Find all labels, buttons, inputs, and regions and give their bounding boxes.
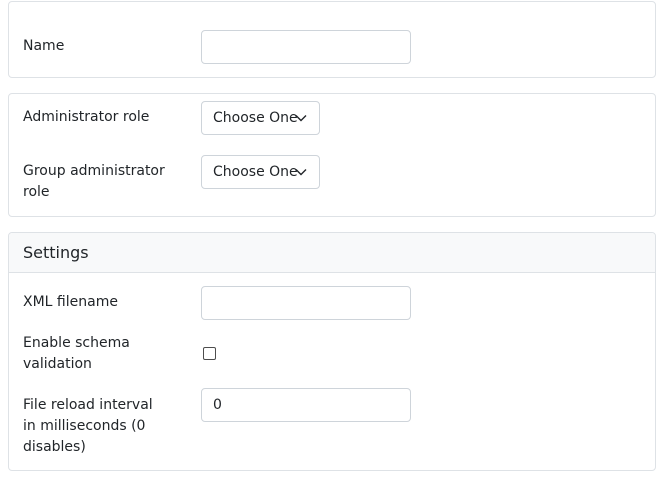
- admin-role-selected: Choose One: [213, 110, 298, 126]
- reload-interval-input[interactable]: [201, 388, 411, 422]
- settings-title: Settings: [23, 243, 89, 262]
- chevron-down-icon: [295, 169, 307, 176]
- admin-role-label: Administrator role: [23, 109, 150, 125]
- schema-validation-checkbox[interactable]: [203, 347, 216, 360]
- admin-role-dropdown[interactable]: Choose One: [201, 101, 320, 135]
- settings-header: Settings: [9, 233, 655, 273]
- name-input[interactable]: [201, 30, 411, 64]
- group-admin-role-label: Group administrator role: [23, 163, 165, 200]
- reload-interval-label: File reload interval in milliseconds (0 …: [23, 397, 153, 455]
- roles-panel: Administrator role Choose One Group admi…: [8, 93, 656, 217]
- settings-panel: Settings XML filename Enable schema vali…: [8, 232, 656, 471]
- xml-filename-label: XML filename: [23, 294, 118, 310]
- schema-validation-label: Enable schema validation: [23, 335, 130, 372]
- group-admin-role-dropdown[interactable]: Choose One: [201, 155, 320, 189]
- xml-filename-input[interactable]: [201, 286, 411, 320]
- group-admin-role-selected: Choose One: [213, 164, 298, 180]
- chevron-down-icon: [295, 115, 307, 122]
- name-panel: Name: [8, 1, 656, 78]
- name-label: Name: [23, 38, 65, 54]
